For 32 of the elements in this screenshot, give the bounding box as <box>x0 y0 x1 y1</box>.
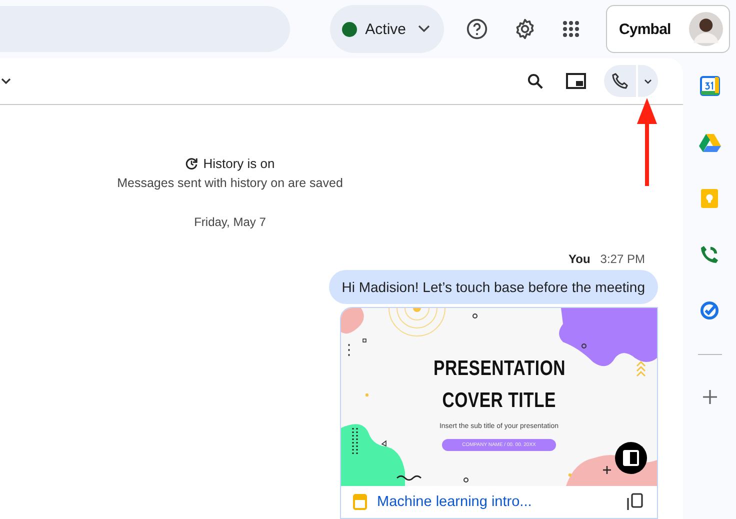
calendar-icon[interactable] <box>700 76 720 96</box>
side-panel-icon[interactable] <box>615 442 647 474</box>
call-button[interactable] <box>604 65 636 97</box>
message-bubble: Hi Madision! Let’s touch base before the meeting <box>328 270 658 304</box>
phone-icon[interactable] <box>700 245 719 264</box>
picture-in-picture-icon[interactable] <box>566 73 586 89</box>
account-button[interactable]: Cymbal <box>606 5 730 53</box>
tasks-check-icon[interactable] <box>700 301 719 320</box>
status-button[interactable]: Active <box>330 5 444 53</box>
phone-icon <box>610 71 630 91</box>
help-icon[interactable] <box>466 18 488 40</box>
chevron-down-icon <box>418 25 430 33</box>
add-icon[interactable] <box>702 389 718 405</box>
slide-title: PRESENTATION <box>433 356 565 382</box>
search-icon[interactable] <box>527 72 544 90</box>
copy-icon[interactable] <box>627 493 643 511</box>
chevron-down-icon[interactable] <box>1 78 11 84</box>
history-title: History is on <box>203 156 275 171</box>
date-divider: Friday, May 7 <box>194 215 266 229</box>
history-note: Messages sent with history on are saved <box>117 176 343 190</box>
drive-icon[interactable] <box>698 133 720 152</box>
brand-logo: Cymbal <box>619 20 671 38</box>
avatar-icon <box>689 12 723 46</box>
apps-grid-icon[interactable] <box>562 20 580 38</box>
history-icon <box>185 157 198 170</box>
settings-icon[interactable] <box>514 18 536 40</box>
file-link[interactable]: Machine learning intro... <box>377 494 617 510</box>
message-time: 3:27 PM <box>600 252 645 266</box>
sender-name: You <box>568 252 590 266</box>
slides-file-icon <box>353 494 367 510</box>
caret-icon <box>644 78 652 84</box>
slide-title: COVER TITLE <box>442 388 556 414</box>
